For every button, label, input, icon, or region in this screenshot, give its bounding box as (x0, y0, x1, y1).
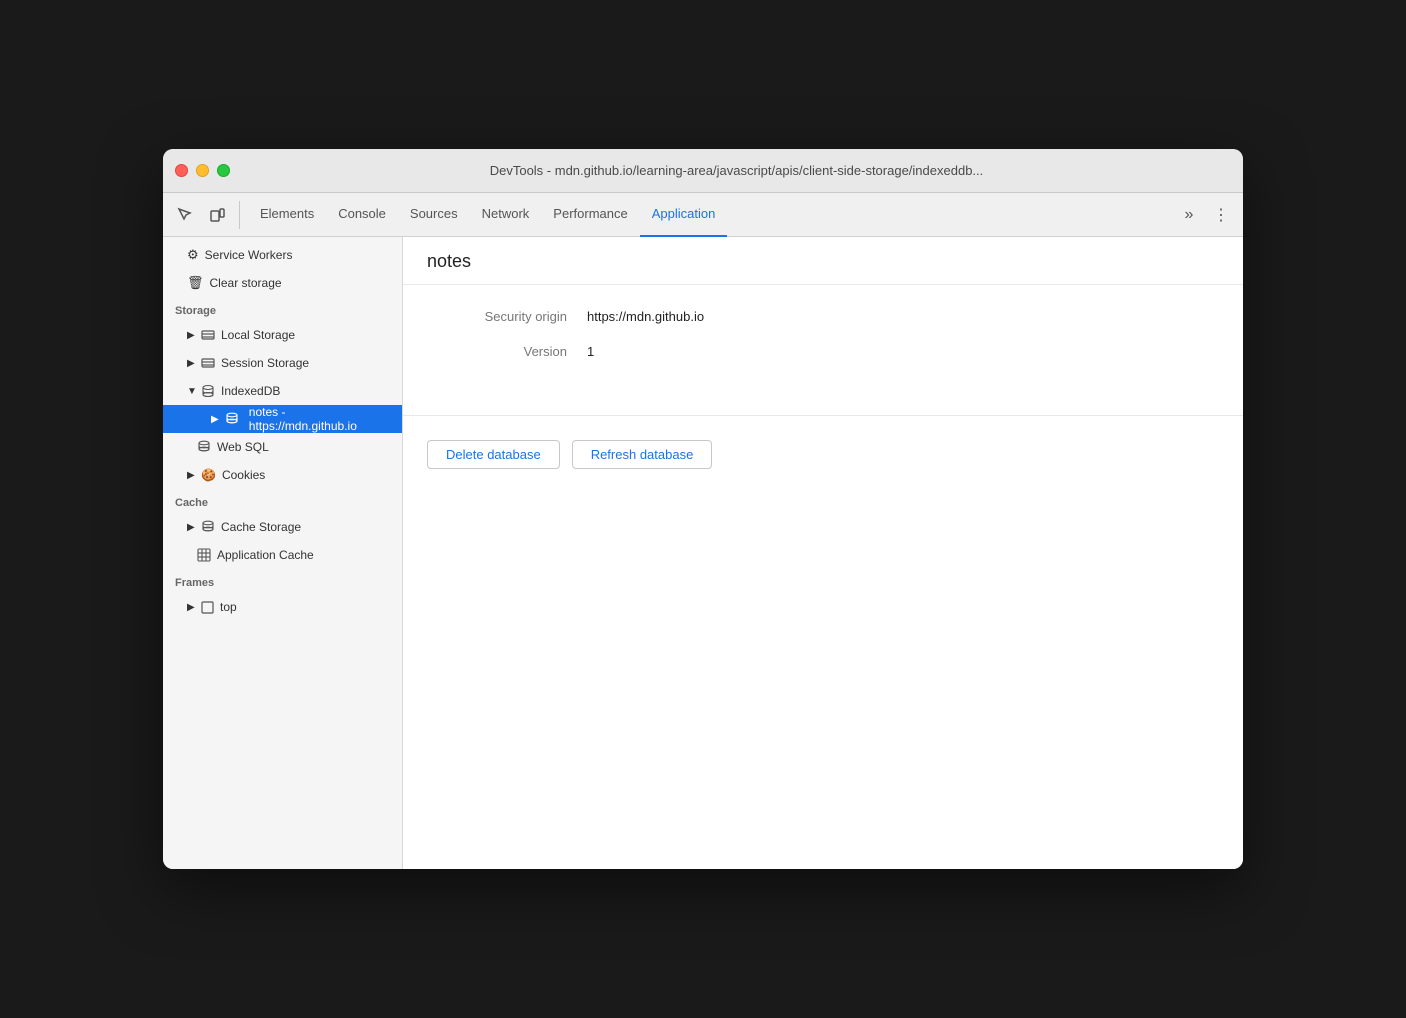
web-sql-icon (197, 440, 211, 454)
sidebar-item-session-storage[interactable]: ▶ Session Storage (163, 349, 402, 377)
storage-section-label: Storage (163, 297, 402, 321)
device-toggle-button[interactable] (203, 201, 231, 229)
nav-tabs: Elements Console Sources Network Perform… (248, 193, 1171, 237)
indexeddb-arrow: ▼ (187, 386, 197, 397)
panel-actions: Delete database Refresh database (403, 440, 1243, 493)
close-button[interactable] (175, 164, 188, 177)
traffic-lights (175, 164, 230, 177)
cookies-arrow: ▶ (187, 470, 197, 481)
devtools-window: DevTools - mdn.github.io/learning-area/j… (163, 149, 1243, 869)
panel-title: notes (403, 237, 1243, 285)
notes-db-arrow: ▶ (211, 414, 221, 425)
tab-application[interactable]: Application (640, 193, 728, 237)
cache-storage-arrow: ▶ (187, 522, 197, 533)
application-cache-icon (197, 548, 211, 562)
delete-database-button[interactable]: Delete database (427, 440, 560, 469)
refresh-database-button[interactable]: Refresh database (572, 440, 713, 469)
trash-icon: 🗑 (187, 275, 204, 291)
panel-body: Security origin https://mdn.github.io Ve… (403, 285, 1243, 403)
sidebar-item-service-workers[interactable]: ⚙ Service Workers (163, 241, 402, 269)
version-value: 1 (587, 344, 594, 359)
minimize-button[interactable] (196, 164, 209, 177)
indexeddb-icon (201, 384, 215, 398)
sidebar-item-top[interactable]: ▶ top (163, 593, 402, 621)
cache-storage-icon (201, 520, 215, 534)
sidebar-item-web-sql[interactable]: Web SQL (163, 433, 402, 461)
sidebar-item-local-storage[interactable]: ▶ Local Storage (163, 321, 402, 349)
tab-elements[interactable]: Elements (248, 193, 326, 237)
tab-sources[interactable]: Sources (398, 193, 470, 237)
session-storage-arrow: ▶ (187, 358, 197, 369)
cookies-icon: 🍪 (201, 468, 216, 482)
sidebar-item-application-cache[interactable]: Application Cache (163, 541, 402, 569)
maximize-button[interactable] (217, 164, 230, 177)
main-content: ⚙ Service Workers 🗑 Clear storage Storag… (163, 237, 1243, 869)
local-storage-icon (201, 328, 215, 342)
inspect-element-button[interactable] (171, 201, 199, 229)
security-origin-value: https://mdn.github.io (587, 309, 704, 324)
sidebar-item-cache-storage[interactable]: ▶ Cache Storage (163, 513, 402, 541)
sidebar-item-indexeddb[interactable]: ▼ IndexedDB (163, 377, 402, 405)
version-label: Version (427, 344, 567, 359)
sidebar-item-notes-db[interactable]: ▶ notes - https://mdn.github.io (163, 405, 402, 433)
frames-section-label: Frames (163, 569, 402, 593)
tab-console[interactable]: Console (326, 193, 398, 237)
security-origin-label: Security origin (427, 309, 567, 324)
devtools-menu-button[interactable]: ⋮ (1207, 201, 1235, 229)
sidebar-item-clear-storage[interactable]: 🗑 Clear storage (163, 269, 402, 297)
version-row: Version 1 (427, 344, 1219, 359)
toolbar-icons (171, 201, 240, 229)
toolbar: Elements Console Sources Network Perform… (163, 193, 1243, 237)
gear-icon: ⚙ (187, 247, 199, 263)
panel-divider (403, 415, 1243, 416)
toolbar-more: » ⋮ (1171, 201, 1235, 229)
tab-network[interactable]: Network (470, 193, 542, 237)
local-storage-arrow: ▶ (187, 330, 197, 341)
sidebar-item-cookies[interactable]: ▶ 🍪 Cookies (163, 461, 402, 489)
main-panel: notes Security origin https://mdn.github… (403, 237, 1243, 869)
title-bar: DevTools - mdn.github.io/learning-area/j… (163, 149, 1243, 193)
security-origin-row: Security origin https://mdn.github.io (427, 309, 1219, 324)
sidebar: ⚙ Service Workers 🗑 Clear storage Storag… (163, 237, 403, 869)
frame-icon (201, 601, 214, 614)
top-arrow: ▶ (187, 602, 197, 613)
session-storage-icon (201, 356, 215, 370)
window-title: DevTools - mdn.github.io/learning-area/j… (242, 163, 1231, 178)
notes-db-icon (225, 412, 239, 426)
tab-performance[interactable]: Performance (541, 193, 639, 237)
more-tabs-button[interactable]: » (1175, 201, 1203, 229)
cache-section-label: Cache (163, 489, 402, 513)
